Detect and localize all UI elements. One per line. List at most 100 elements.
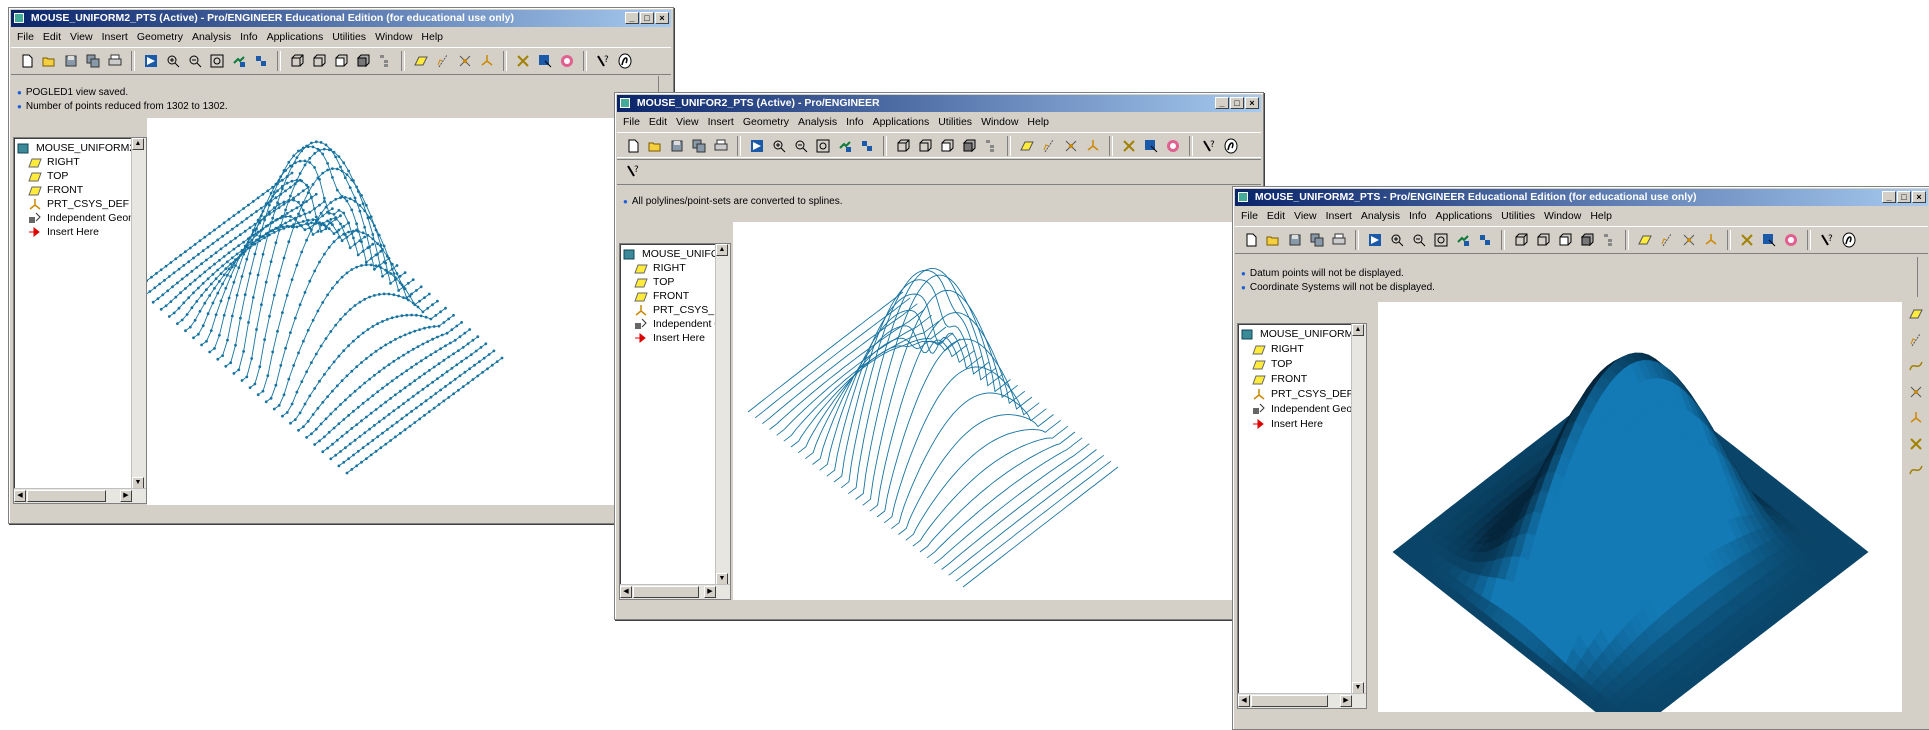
- menu-edit[interactable]: Edit: [43, 29, 61, 45]
- save-icon[interactable]: [667, 136, 687, 156]
- menu-file[interactable]: File: [1241, 208, 1258, 224]
- refit-icon[interactable]: [813, 136, 833, 156]
- appearance-icon[interactable]: [1163, 136, 1183, 156]
- wireframe-icon[interactable]: [287, 51, 307, 71]
- datum-plane-icon[interactable]: [1907, 305, 1925, 323]
- tree-item-independent-geometry[interactable]: Independent G: [634, 318, 722, 330]
- tree-root[interactable]: MOUSE_UNIFOR: [623, 248, 727, 260]
- scroll-left-arrow[interactable]: ◀: [14, 490, 26, 502]
- select-icon[interactable]: [1141, 136, 1161, 156]
- menu-file[interactable]: File: [17, 29, 34, 45]
- refit-icon[interactable]: [1431, 230, 1451, 250]
- tree-horizontal-scrollbar[interactable]: ◀ ▶: [14, 488, 146, 503]
- scroll-up-arrow[interactable]: ▲: [1352, 324, 1364, 336]
- shading-icon[interactable]: [353, 51, 373, 71]
- datum-axis-icon[interactable]: [433, 51, 453, 71]
- regenerate-icon[interactable]: [1119, 136, 1139, 156]
- menu-utilities[interactable]: Utilities: [332, 29, 366, 45]
- tree-item-prt-csys-def[interactable]: PRT_CSYS_D: [634, 304, 722, 316]
- zoom-in-icon[interactable]: [769, 136, 789, 156]
- tree-item-front[interactable]: FRONT: [1252, 373, 1307, 385]
- menu-insert[interactable]: Insert: [708, 114, 734, 130]
- scroll-up-arrow[interactable]: ▲: [132, 138, 144, 150]
- tree-item-insert-here[interactable]: Insert Here: [28, 226, 99, 238]
- csys-icon[interactable]: [477, 51, 497, 71]
- title-bar[interactable]: MOUSE_UNIFORM2_PTS - Pro/ENGINEER Educat…: [1235, 189, 1928, 206]
- menu-window[interactable]: Window: [1544, 208, 1581, 224]
- menu-applications[interactable]: Applications: [873, 114, 930, 130]
- tree-root[interactable]: MOUSE_UNIFORM2_P: [17, 142, 146, 154]
- menu-help[interactable]: Help: [1590, 208, 1612, 224]
- scroll-right-arrow[interactable]: ▶: [704, 586, 716, 598]
- new-icon[interactable]: [1241, 230, 1261, 250]
- title-bar[interactable]: MOUSE_UNIFORM2_PTS (Active) - Pro/ENGINE…: [11, 10, 671, 27]
- csys-icon[interactable]: [1701, 230, 1721, 250]
- help-icon[interactable]: ?: [593, 51, 613, 71]
- save-copy-icon[interactable]: [689, 136, 709, 156]
- zoom-out-icon[interactable]: [1409, 230, 1429, 250]
- shading-icon[interactable]: [1577, 230, 1597, 250]
- menu-view[interactable]: View: [676, 114, 699, 130]
- menu-analysis[interactable]: Analysis: [192, 29, 231, 45]
- new-icon[interactable]: [17, 51, 37, 71]
- datum-point-icon[interactable]: [455, 51, 475, 71]
- tree-vertical-scrollbar[interactable]: ▲ ▼: [715, 244, 730, 585]
- menu-view[interactable]: View: [70, 29, 93, 45]
- menu-info[interactable]: Info: [1409, 208, 1427, 224]
- tree-item-top[interactable]: TOP: [28, 170, 68, 182]
- menu-utilities[interactable]: Utilities: [938, 114, 972, 130]
- print-icon[interactable]: [711, 136, 731, 156]
- csys-icon[interactable]: [1907, 409, 1925, 427]
- tree-horizontal-scrollbar[interactable]: ◀ ▶: [1238, 693, 1366, 708]
- scroll-right-arrow[interactable]: ▶: [120, 490, 132, 502]
- print-icon[interactable]: [1329, 230, 1349, 250]
- datum-plane-icon[interactable]: [1635, 230, 1655, 250]
- model-tree-icon[interactable]: [1599, 230, 1619, 250]
- ptc-logo-icon[interactable]: [615, 51, 635, 71]
- hidden-line-icon[interactable]: [915, 136, 935, 156]
- tree-item-front[interactable]: FRONT: [28, 184, 83, 196]
- help-icon[interactable]: ?: [623, 161, 643, 181]
- regenerate-icon[interactable]: [513, 51, 533, 71]
- tree-item-prt-csys-def[interactable]: PRT_CSYS_DEF: [1252, 388, 1353, 400]
- menu-info[interactable]: Info: [846, 114, 864, 130]
- spin-icon[interactable]: [229, 51, 249, 71]
- tree-item-insert-here[interactable]: Insert Here: [1252, 418, 1323, 430]
- tree-item-front[interactable]: FRONT: [634, 290, 689, 302]
- title-bar[interactable]: MOUSE_UNIFOR2_PTS (Active) - Pro/ENGINEE…: [617, 95, 1261, 112]
- datum-point-icon[interactable]: [1907, 383, 1925, 401]
- select-icon[interactable]: [535, 51, 555, 71]
- menu-view[interactable]: View: [1294, 208, 1317, 224]
- select-icon[interactable]: [1759, 230, 1779, 250]
- menu-file[interactable]: File: [623, 114, 640, 130]
- tree-item-insert-here[interactable]: Insert Here: [634, 332, 705, 344]
- tree-item-prt-csys-def[interactable]: PRT_CSYS_DEF: [28, 198, 129, 210]
- no-hidden-icon[interactable]: [937, 136, 957, 156]
- tree-item-right[interactable]: RIGHT: [28, 156, 80, 168]
- datum-point-icon[interactable]: [1679, 230, 1699, 250]
- open-icon[interactable]: [39, 51, 59, 71]
- datum-axis-icon[interactable]: [1657, 230, 1677, 250]
- tree-horizontal-scrollbar[interactable]: ◀ ▶: [620, 584, 730, 599]
- regenerate-icon[interactable]: [1737, 230, 1757, 250]
- layers-icon[interactable]: [857, 136, 877, 156]
- tree-root[interactable]: MOUSE_UNIFORM2_P: [1241, 328, 1366, 340]
- tree-item-independent-geometry[interactable]: Independent Geom: [28, 212, 137, 224]
- tree-item-right[interactable]: RIGHT: [1252, 343, 1304, 355]
- datum-axis-icon[interactable]: [1039, 136, 1059, 156]
- close-button[interactable]: ×: [1245, 97, 1259, 109]
- view-icon[interactable]: [141, 51, 161, 71]
- zoom-in-icon[interactable]: [1387, 230, 1407, 250]
- appearance-icon[interactable]: [557, 51, 577, 71]
- menu-analysis[interactable]: Analysis: [798, 114, 837, 130]
- hidden-line-icon[interactable]: [1533, 230, 1553, 250]
- save-icon[interactable]: [61, 51, 81, 71]
- menu-edit[interactable]: Edit: [1267, 208, 1285, 224]
- regenerate-icon[interactable]: [1907, 435, 1925, 453]
- minimize-button[interactable]: _: [1215, 97, 1229, 109]
- minimize-button[interactable]: _: [625, 12, 639, 24]
- open-icon[interactable]: [1263, 230, 1283, 250]
- maximize-button[interactable]: □: [1230, 97, 1244, 109]
- shading-icon[interactable]: [959, 136, 979, 156]
- menu-edit[interactable]: Edit: [649, 114, 667, 130]
